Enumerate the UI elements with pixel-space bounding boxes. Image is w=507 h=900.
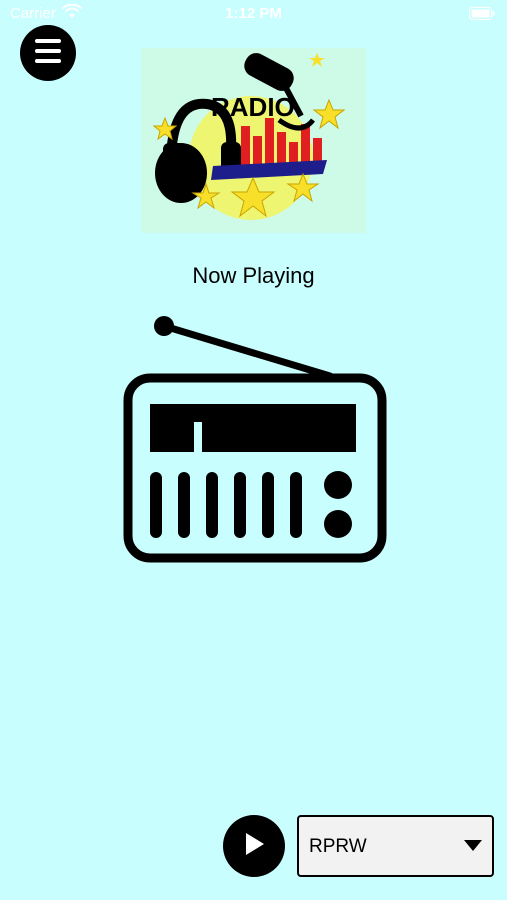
- play-button[interactable]: [223, 815, 285, 877]
- radio-icon: [120, 310, 390, 570]
- caret-down-icon: [464, 839, 482, 857]
- logo-text: RADIO: [211, 92, 295, 122]
- status-time: 1:12 PM: [225, 5, 282, 22]
- menu-button[interactable]: [20, 25, 76, 81]
- status-bar: Carrier 1:12 PM: [0, 0, 507, 30]
- station-selected-value: RPRW: [309, 836, 367, 857]
- play-icon: [242, 831, 266, 862]
- now-playing-label: Now Playing: [192, 263, 315, 288]
- battery-icon: [469, 7, 495, 24]
- station-logo: RADIO: [141, 48, 366, 233]
- hamburger-menu-icon: [33, 38, 63, 69]
- station-dropdown[interactable]: RPRW: [297, 815, 494, 877]
